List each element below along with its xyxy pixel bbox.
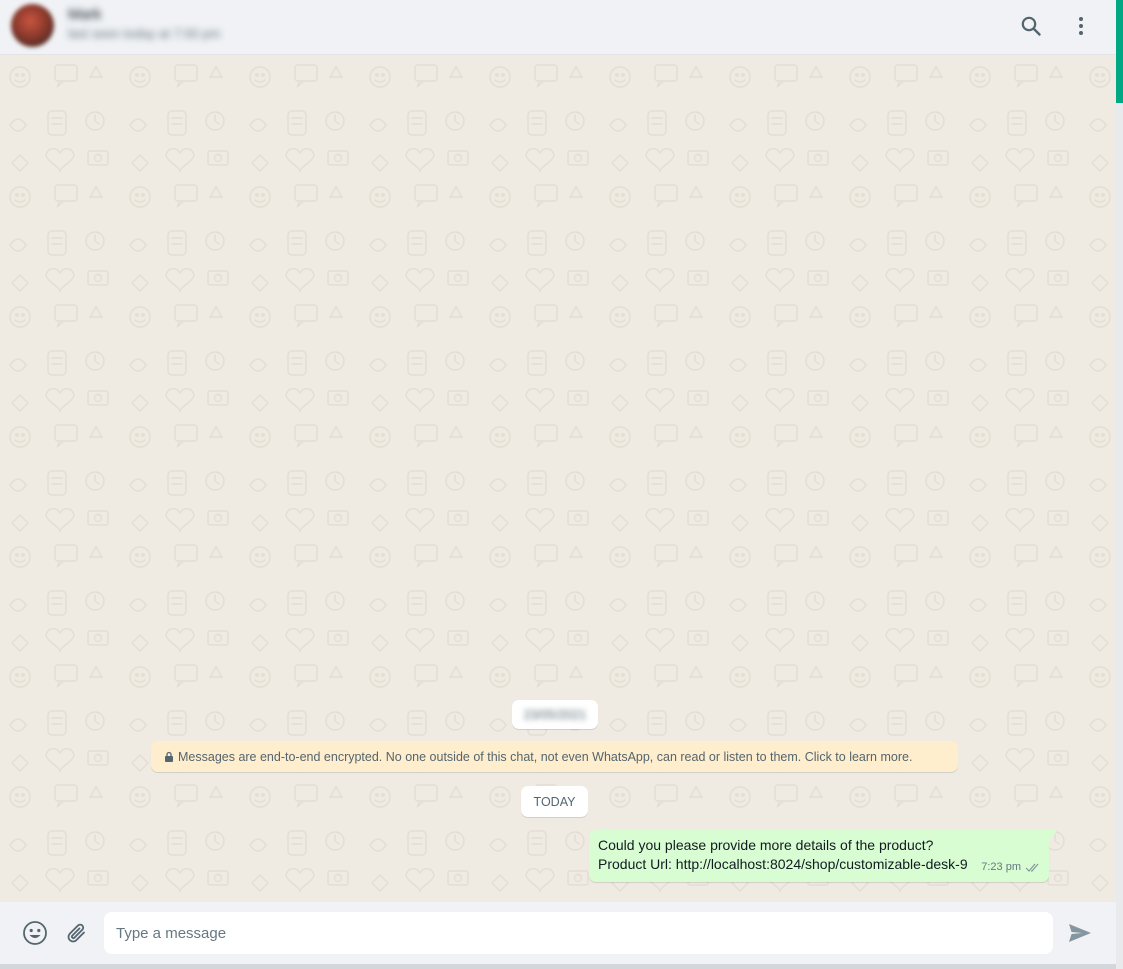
bubble-tail — [1049, 830, 1057, 841]
encryption-notice-text: Messages are end-to-end encrypted. No on… — [178, 749, 913, 764]
search-icon — [1021, 16, 1041, 36]
emoji-icon — [23, 921, 47, 945]
search-button[interactable] — [1017, 12, 1045, 40]
paperclip-icon — [67, 923, 85, 943]
menu-button[interactable] — [1067, 12, 1095, 40]
today-label: TODAY — [533, 794, 576, 809]
contact-name[interactable]: Mark — [68, 6, 101, 23]
date-divider: 23/05/2021 — [512, 700, 598, 729]
contact-status: last seen today at 7:00 pm — [68, 26, 221, 41]
scrollbar-thumb[interactable] — [1116, 0, 1123, 103]
encryption-notice[interactable]: Messages are end-to-end encrypted. No on… — [151, 741, 958, 772]
outgoing-message[interactable]: Could you please provide more details of… — [589, 830, 1057, 882]
message-input[interactable] — [104, 912, 1053, 954]
date-label: 23/05/2021 — [523, 707, 587, 722]
today-divider: TODAY — [521, 786, 588, 817]
message-text-line-2: Product Url: http://localhost:8024/shop/… — [598, 856, 968, 872]
contact-avatar[interactable] — [11, 4, 54, 47]
send-icon — [1069, 924, 1091, 942]
kebab-menu-icon — [1079, 17, 1083, 35]
message-time: 7:23 pm — [981, 861, 1021, 873]
window-scrollbar[interactable] — [1116, 0, 1123, 969]
whatsapp-chat-window: Mark last seen today at 7:00 pm 23/05/20… — [0, 0, 1123, 969]
lock-icon — [165, 751, 173, 762]
attach-button[interactable] — [62, 919, 90, 947]
message-text-line-1: Could you please provide more details of… — [598, 837, 934, 853]
chat-background-pattern — [0, 55, 1116, 902]
emoji-button[interactable] — [21, 919, 49, 947]
bottom-border — [0, 964, 1123, 969]
message-meta: 7:23 pm — [981, 858, 1041, 877]
message-composer — [0, 902, 1116, 964]
double-check-icon — [1025, 863, 1039, 872]
send-button[interactable] — [1066, 919, 1094, 947]
chat-header: Mark last seen today at 7:00 pm — [0, 0, 1116, 55]
message-list[interactable]: 23/05/2021 Messages are end-to-end encry… — [0, 55, 1116, 902]
